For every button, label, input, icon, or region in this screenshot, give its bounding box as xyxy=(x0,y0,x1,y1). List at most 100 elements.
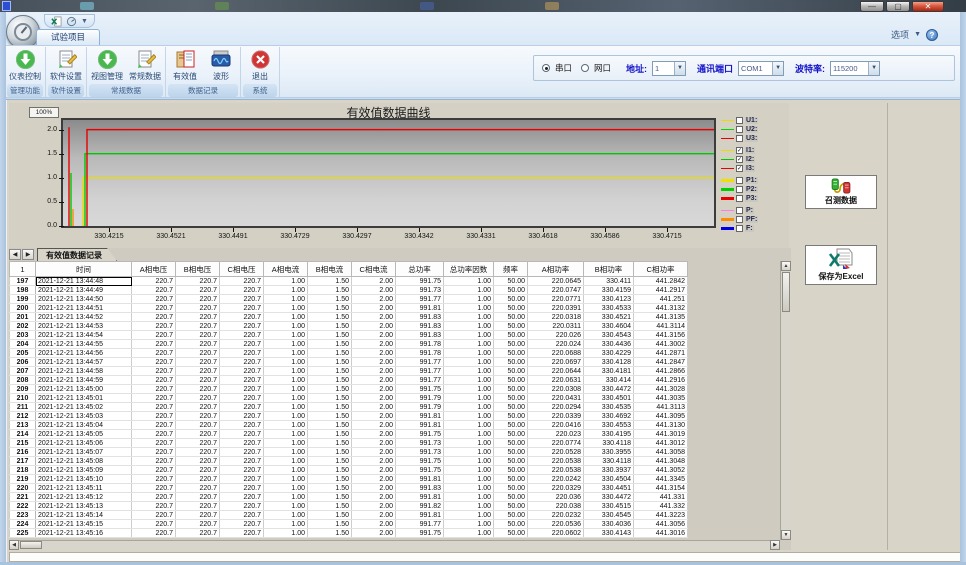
table-cell[interactable]: 2021-12-21 13:45:00 xyxy=(36,385,132,394)
table-cell[interactable]: 1.00 xyxy=(444,295,494,304)
table-cell[interactable]: 330.4128 xyxy=(584,358,634,367)
table-cell[interactable]: 1.50 xyxy=(308,394,352,403)
table-cell[interactable]: 220.7 xyxy=(220,349,264,358)
table-cell[interactable]: 1.00 xyxy=(264,358,308,367)
table-cell[interactable]: 50.00 xyxy=(494,520,528,529)
table-cell[interactable]: 1.50 xyxy=(308,295,352,304)
table-cell[interactable]: 220.7 xyxy=(132,475,176,484)
table-cell[interactable]: 330.4472 xyxy=(584,385,634,394)
table-cell[interactable]: 2.00 xyxy=(352,385,396,394)
table-cell[interactable]: 220.7 xyxy=(176,331,220,340)
table-cell[interactable]: 50.00 xyxy=(494,430,528,439)
table-cell[interactable]: 220.7 xyxy=(176,466,220,475)
row-number-cell[interactable]: 197 xyxy=(10,277,36,286)
table-cell[interactable]: 1.00 xyxy=(264,403,308,412)
table-cell[interactable]: 2.00 xyxy=(352,430,396,439)
table-cell[interactable]: 1.50 xyxy=(308,484,352,493)
legend-checkbox[interactable]: ✓ xyxy=(736,156,743,163)
chart-plot-area[interactable] xyxy=(61,118,716,228)
table-cell[interactable]: 220.7 xyxy=(176,367,220,376)
table-cell[interactable]: 1.00 xyxy=(264,412,308,421)
table-cell[interactable]: 2.00 xyxy=(352,340,396,349)
table-cell[interactable]: 220.7 xyxy=(132,520,176,529)
table-cell[interactable]: 220.7 xyxy=(220,520,264,529)
table-cell[interactable]: 50.00 xyxy=(494,439,528,448)
table-cell[interactable]: 50.00 xyxy=(494,529,528,538)
row-number-cell[interactable]: 215 xyxy=(10,439,36,448)
table-cell[interactable]: 441.3019 xyxy=(634,430,688,439)
table-cell[interactable]: 1.00 xyxy=(264,286,308,295)
table-cell[interactable]: 220.7 xyxy=(176,511,220,520)
table-cell[interactable]: 220.0242 xyxy=(528,475,584,484)
table-cell[interactable]: 330.4195 xyxy=(584,430,634,439)
table-cell[interactable]: 220.0688 xyxy=(528,349,584,358)
table-cell[interactable]: 1.00 xyxy=(444,340,494,349)
table-cell[interactable]: 991.79 xyxy=(396,394,444,403)
table-cell[interactable]: 220.7 xyxy=(220,439,264,448)
table-cell[interactable]: 1.50 xyxy=(308,304,352,313)
table-cell[interactable]: 2021-12-21 13:45:05 xyxy=(36,430,132,439)
table-cell[interactable]: 991.75 xyxy=(396,529,444,538)
table-cell[interactable]: 50.00 xyxy=(494,331,528,340)
table-cell[interactable]: 2021-12-21 13:44:57 xyxy=(36,358,132,367)
table-cell[interactable]: 441.3052 xyxy=(634,466,688,475)
row-number-cell[interactable]: 206 xyxy=(10,358,36,367)
table-cell[interactable]: 1.50 xyxy=(308,475,352,484)
table-cell[interactable]: 220.7 xyxy=(220,457,264,466)
column-header[interactable]: B相功率 xyxy=(584,262,634,277)
table-cell[interactable]: 2.00 xyxy=(352,349,396,358)
table-cell[interactable]: 1.00 xyxy=(444,385,494,394)
table-cell[interactable]: 220.7 xyxy=(132,430,176,439)
table-cell[interactable]: 441.3095 xyxy=(634,412,688,421)
quick-access-dropdown-icon[interactable]: ▼ xyxy=(81,18,88,25)
save-to-excel-button[interactable]: 保存为Excel xyxy=(805,245,877,285)
table-cell[interactable]: 991.83 xyxy=(396,313,444,322)
table-cell[interactable]: 1.00 xyxy=(264,484,308,493)
scroll-right-icon[interactable]: ▶ xyxy=(770,540,780,550)
table-cell[interactable]: 330.3937 xyxy=(584,466,634,475)
vertical-scrollbar[interactable]: ▲ ▼ xyxy=(780,261,791,540)
table-cell[interactable]: 1.00 xyxy=(264,349,308,358)
table-cell[interactable]: 1.00 xyxy=(444,421,494,430)
table-cell[interactable]: 2021-12-21 13:44:54 xyxy=(36,331,132,340)
table-cell[interactable]: 1.00 xyxy=(444,277,494,286)
table-cell[interactable]: 220.023 xyxy=(528,430,584,439)
table-cell[interactable]: 1.00 xyxy=(264,466,308,475)
ribbon-button[interactable]: 常规数据 xyxy=(127,48,163,83)
table-cell[interactable]: 1.50 xyxy=(308,331,352,340)
table-cell[interactable]: 220.7 xyxy=(132,403,176,412)
table-cell[interactable]: 220.0602 xyxy=(528,529,584,538)
table-cell[interactable]: 991.81 xyxy=(396,412,444,421)
table-cell[interactable]: 1.00 xyxy=(264,367,308,376)
table-cell[interactable]: 220.036 xyxy=(528,493,584,502)
excel-quick-icon[interactable] xyxy=(51,16,62,27)
table-cell[interactable]: 2021-12-21 13:45:08 xyxy=(36,457,132,466)
table-cell[interactable]: 330.4229 xyxy=(584,349,634,358)
row-number-cell[interactable]: 204 xyxy=(10,340,36,349)
table-cell[interactable]: 50.00 xyxy=(494,304,528,313)
row-number-cell[interactable]: 220 xyxy=(10,484,36,493)
sheet-tab-rms-record[interactable]: 有效值数据记录 xyxy=(37,248,117,261)
table-cell[interactable]: 1.00 xyxy=(444,394,494,403)
ribbon-button[interactable]: 有效值 xyxy=(168,48,202,83)
table-cell[interactable]: 50.00 xyxy=(494,421,528,430)
table-cell[interactable]: 220.7 xyxy=(176,385,220,394)
table-cell[interactable]: 441.3113 xyxy=(634,403,688,412)
table-cell[interactable]: 220.7 xyxy=(132,313,176,322)
table-cell[interactable]: 441.3223 xyxy=(634,511,688,520)
table-cell[interactable]: 2021-12-21 13:45:12 xyxy=(36,493,132,502)
table-cell[interactable]: 991.75 xyxy=(396,466,444,475)
table-cell[interactable]: 991.82 xyxy=(396,502,444,511)
table-cell[interactable]: 220.7 xyxy=(176,304,220,313)
table-cell[interactable]: 220.7 xyxy=(220,448,264,457)
table-cell[interactable]: 220.0644 xyxy=(528,367,584,376)
vscroll-thumb[interactable] xyxy=(782,272,790,312)
table-cell[interactable]: 220.7 xyxy=(220,358,264,367)
table-cell[interactable]: 220.0318 xyxy=(528,313,584,322)
table-cell[interactable]: 330.4159 xyxy=(584,286,634,295)
table-cell[interactable]: 220.7 xyxy=(176,403,220,412)
table-cell[interactable]: 220.0391 xyxy=(528,304,584,313)
table-cell[interactable]: 1.00 xyxy=(264,529,308,538)
table-cell[interactable]: 220.7 xyxy=(220,430,264,439)
row-number-cell[interactable]: 214 xyxy=(10,430,36,439)
